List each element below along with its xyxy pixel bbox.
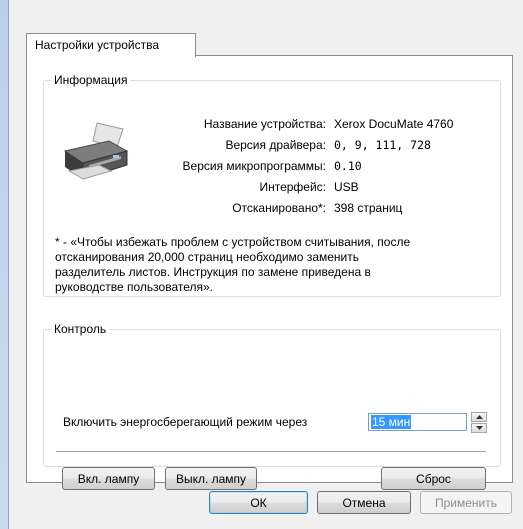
power-save-value: 15 мин [371,415,412,429]
info-value: USB [334,180,359,194]
ok-button[interactable]: ОК [209,491,308,514]
info-row-scanned-count: Отсканировано*: 398 страниц [44,201,494,217]
separator [56,451,486,453]
power-save-spinner[interactable] [471,412,487,433]
spin-up-button[interactable] [471,412,487,422]
control-group: Контроль Включить энергосберегающий режи… [43,322,501,490]
spin-down-button[interactable] [471,423,487,433]
info-row-interface: Интерфейс: USB [44,180,494,196]
cancel-button[interactable]: Отмена [317,491,411,514]
info-label: Версия драйвера: [225,138,326,152]
tab-label: Настройки устройства [35,38,159,52]
control-group-title: Контроль [54,322,107,336]
window-edge [0,0,9,529]
info-value: 0.10 [334,159,362,173]
info-group-title: Информация [54,73,128,87]
power-save-input[interactable]: 15 мин [368,413,467,431]
info-row-device-name: Название устройства: Xerox DocuMate 4760 [44,117,494,133]
info-value: 0, 9, 111, 728 [334,138,431,152]
info-value: 398 страниц [334,201,403,215]
info-label: Версия микропрограммы: [182,159,326,173]
tab-device-settings[interactable]: Настройки устройства [26,33,196,57]
info-value: Xerox DocuMate 4760 [334,117,454,131]
info-row-driver-version: Версия драйвера: 0, 9, 111, 728 [44,138,494,154]
tab-panel: Информация Название устройства: Xerox Do… [26,55,513,490]
arrow-up-icon [476,415,483,419]
lamp-off-button[interactable]: Выкл. лампу [165,467,257,490]
info-label: Интерфейс: [259,180,326,194]
reset-button[interactable]: Сброс [381,467,486,490]
info-label: Название устройства: [203,117,326,131]
device-settings-dialog: Настройки устройства Информация Название… [0,0,523,529]
info-label: Отсканировано*: [232,201,326,215]
apply-button[interactable]: Применить [420,491,512,514]
power-save-label: Включить энергосберегающий режим через [63,415,308,429]
lamp-on-button[interactable]: Вкл. лампу [62,467,155,490]
info-group: Информация Название устройства: Xerox Do… [43,73,501,297]
arrow-down-icon [476,426,483,430]
maintenance-note: * - «Чтобы избежать проблем с устройство… [55,235,411,294]
info-row-firmware-version: Версия микропрограммы: 0.10 [44,159,494,175]
